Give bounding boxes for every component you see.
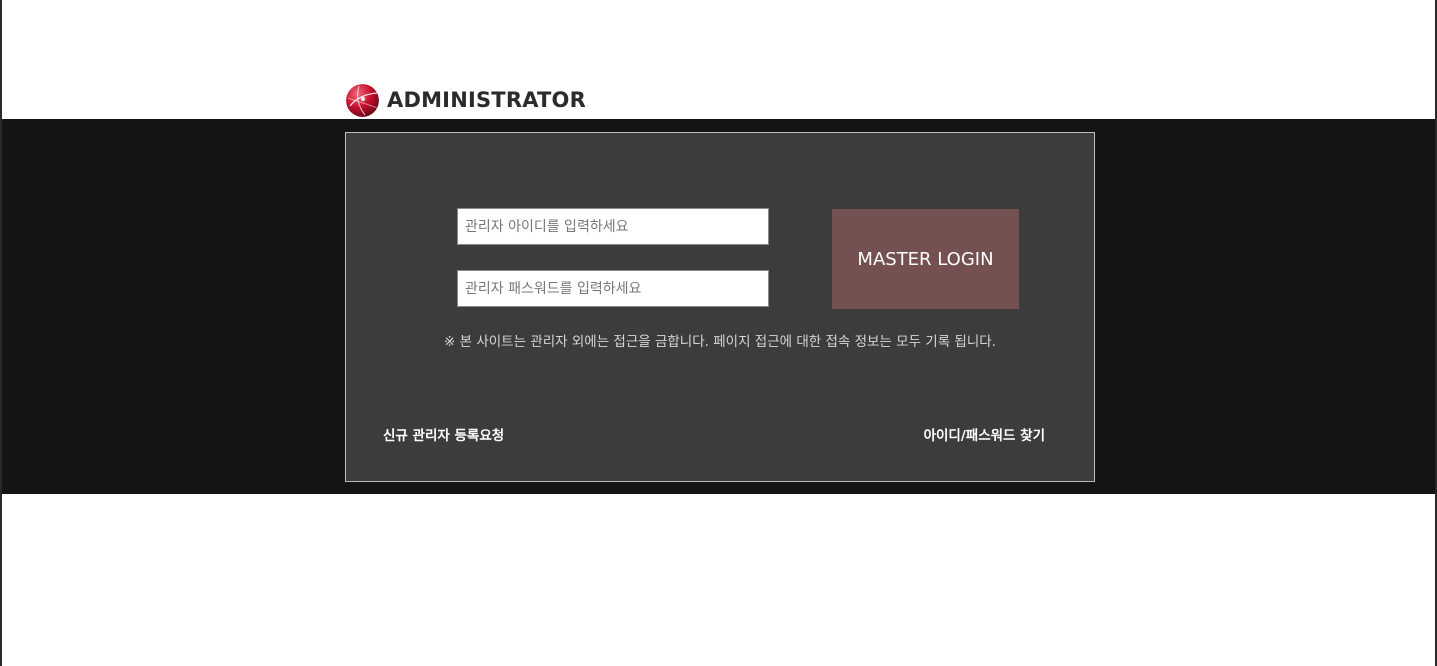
page-title: ADMINISTRATOR (387, 88, 586, 112)
access-notice: ※ 본 사이트는 관리자 외에는 접근을 금합니다. 페이지 접근에 대한 접속… (444, 334, 996, 350)
red-globe-logo-icon (346, 83, 379, 117)
admin-password-input[interactable] (457, 270, 769, 307)
find-account-link[interactable]: 아이디/패스워드 찾기 (924, 424, 1045, 444)
login-panel: MASTER LOGIN ※ 본 사이트는 관리자 외에는 접근을 금합니다. … (345, 132, 1095, 482)
master-login-button[interactable]: MASTER LOGIN (832, 209, 1019, 309)
header: ADMINISTRATOR (346, 82, 586, 118)
admin-id-input[interactable] (457, 208, 769, 245)
page: ADMINISTRATOR MASTER LOGIN ※ 본 사이트는 관리자 … (0, 0, 1437, 666)
register-request-link[interactable]: 신규 관리자 등록요청 (383, 424, 504, 444)
